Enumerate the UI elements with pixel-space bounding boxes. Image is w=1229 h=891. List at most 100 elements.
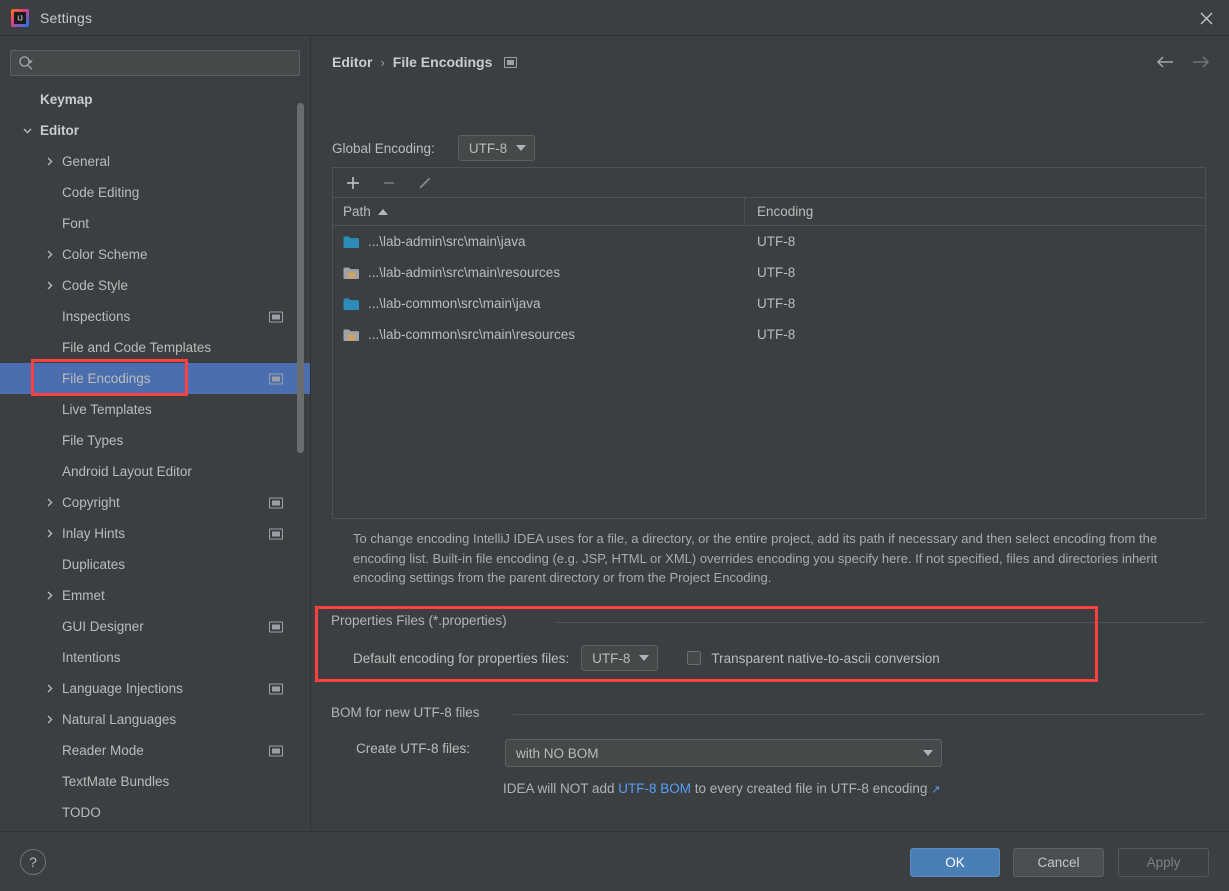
settings-sidebar: Keymap Editor General Code Editing Font Color… xyxy=(0,36,311,831)
sidebar-item-label: Keymap xyxy=(40,92,93,107)
encodings-table-toolbar xyxy=(333,168,1205,198)
chevron-right-icon[interactable] xyxy=(42,155,56,169)
remove-path-button[interactable] xyxy=(379,173,399,193)
apply-button[interactable]: Apply xyxy=(1118,848,1209,877)
global-encoding-row: Global Encoding: UTF-8 xyxy=(332,135,536,161)
chevron-right-icon[interactable] xyxy=(42,248,56,262)
sidebar-item-android-layout-editor[interactable]: Android Layout Editor xyxy=(0,456,310,487)
chevron-right-icon[interactable] xyxy=(42,496,56,510)
sidebar-item-label: Editor xyxy=(40,123,79,138)
create-utf8-files-label: Create UTF-8 files: xyxy=(356,741,471,756)
sidebar-item-keymap[interactable]: Keymap xyxy=(0,84,310,115)
sidebar-item-editor[interactable]: Editor xyxy=(0,115,310,146)
arrow-right-icon[interactable] xyxy=(1189,50,1213,74)
resource-folder-icon xyxy=(343,266,360,280)
sidebar-item-live-templates[interactable]: Live Templates xyxy=(0,394,310,425)
global-encoding-label: Global Encoding: xyxy=(332,140,435,156)
sidebar-item-label: GUI Designer xyxy=(62,619,144,634)
sidebar-item-textmate-bundles[interactable]: TextMate Bundles xyxy=(0,766,310,797)
resource-folder-icon xyxy=(343,328,360,342)
sidebar-item-gui-designer[interactable]: GUI Designer xyxy=(0,611,310,642)
table-row[interactable]: ...\lab-common\src\main\resources UTF-8 xyxy=(333,319,1205,350)
sidebar-item-file-and-code-templates[interactable]: File and Code Templates xyxy=(0,332,310,363)
sidebar-item-label: TextMate Bundles xyxy=(62,774,170,789)
navigation-arrows xyxy=(1153,50,1213,74)
bom-hint-before: IDEA will NOT add xyxy=(503,781,619,796)
encodings-table-panel: Path Encoding ...\lab-admin\src\main\jav… xyxy=(332,167,1206,519)
sidebar-item-file-encodings[interactable]: File Encodings xyxy=(0,363,310,394)
table-cell-encoding[interactable]: UTF-8 xyxy=(745,296,795,311)
search-box[interactable] xyxy=(10,50,300,76)
add-path-button[interactable] xyxy=(343,173,363,193)
sidebar-item-label: Duplicates xyxy=(62,557,126,572)
transparent-native-to-ascii-checkbox[interactable] xyxy=(687,651,702,665)
close-icon[interactable] xyxy=(1183,0,1229,36)
sidebar-item-code-style[interactable]: Code Style xyxy=(0,270,310,301)
sidebar-item-label: Font xyxy=(62,216,90,231)
table-cell-path: ...\lab-admin\src\main\java xyxy=(333,234,745,249)
module-scope-icon xyxy=(269,683,283,694)
chevron-right-icon[interactable] xyxy=(42,279,56,293)
sidebar-item-font[interactable]: Font xyxy=(0,208,310,239)
sidebar-item-label: Live Templates xyxy=(62,402,152,417)
table-cell-encoding[interactable]: UTF-8 xyxy=(745,327,795,342)
table-cell-path: ...\lab-common\src\main\java xyxy=(333,296,745,311)
sidebar-item-emmet[interactable]: Emmet xyxy=(0,580,310,611)
chevron-right-icon[interactable] xyxy=(42,713,56,727)
sidebar-item-intentions[interactable]: Intentions xyxy=(0,642,310,673)
module-scope-icon xyxy=(269,528,283,539)
sidebar-item-inlay-hints[interactable]: Inlay Hints xyxy=(0,518,310,549)
sidebar-item-code-editing[interactable]: Code Editing xyxy=(0,177,310,208)
title-bar: IJ Settings xyxy=(0,0,1229,36)
table-cell-path: ...\lab-admin\src\main\resources xyxy=(333,265,745,280)
sidebar-item-label: File Encodings xyxy=(62,371,151,386)
properties-encoding-dropdown[interactable]: UTF-8 xyxy=(581,645,659,671)
edit-path-button[interactable] xyxy=(415,173,435,193)
sidebar-item-reader-mode[interactable]: Reader Mode xyxy=(0,735,310,766)
module-scope-icon xyxy=(504,56,518,68)
sidebar-item-todo[interactable]: TODO xyxy=(0,797,310,828)
chevron-down-icon xyxy=(639,655,650,661)
sidebar-item-label: Code Editing xyxy=(62,185,140,200)
sidebar-item-color-scheme[interactable]: Color Scheme xyxy=(0,239,310,270)
sidebar-scrollbar-thumb[interactable] xyxy=(297,103,304,453)
chevron-down-icon xyxy=(516,145,527,151)
arrow-left-icon[interactable] xyxy=(1153,50,1177,74)
table-cell-path-text: ...\lab-admin\src\main\resources xyxy=(368,265,561,280)
search-input[interactable] xyxy=(34,51,299,75)
chevron-right-icon[interactable] xyxy=(42,527,56,541)
chevron-right-icon[interactable] xyxy=(42,589,56,603)
cancel-button[interactable]: Cancel xyxy=(1013,848,1104,877)
utf8-bom-link[interactable]: UTF-8 BOM xyxy=(618,781,691,796)
sidebar-item-inspections[interactable]: Inspections xyxy=(0,301,310,332)
table-row[interactable]: ...\lab-common\src\main\java UTF-8 xyxy=(333,288,1205,319)
sidebar-item-label: File Types xyxy=(62,433,124,448)
sidebar-item-duplicates[interactable]: Duplicates xyxy=(0,549,310,580)
sidebar-item-label: Inlay Hints xyxy=(62,526,126,541)
window-title: Settings xyxy=(40,9,93,26)
encodings-table-body: ...\lab-admin\src\main\java UTF-8 ...\lab-… xyxy=(333,226,1205,350)
table-cell-encoding[interactable]: UTF-8 xyxy=(745,234,795,249)
sidebar-item-label: Code Style xyxy=(62,278,129,293)
table-row[interactable]: ...\lab-admin\src\main\resources UTF-8 xyxy=(333,257,1205,288)
breadcrumb-parent[interactable]: Editor xyxy=(332,54,372,70)
column-header-path[interactable]: Path xyxy=(333,198,745,225)
table-cell-path-text: ...\lab-common\src\main\resources xyxy=(368,327,576,342)
svg-text:IJ: IJ xyxy=(17,15,22,22)
column-header-encoding[interactable]: Encoding xyxy=(745,204,813,219)
sidebar-item-language-injections[interactable]: Language Injections xyxy=(0,673,310,704)
create-utf8-files-dropdown[interactable]: with NO BOM xyxy=(505,739,942,767)
sidebar-item-label: Intentions xyxy=(62,650,121,665)
sidebar-item-general[interactable]: General xyxy=(0,146,310,177)
chevron-right-icon[interactable] xyxy=(42,682,56,696)
sidebar-item-natural-languages[interactable]: Natural Languages xyxy=(0,704,310,735)
ok-button[interactable]: OK xyxy=(910,848,1000,877)
help-button[interactable]: ? xyxy=(20,849,46,875)
sidebar-item-file-types[interactable]: File Types xyxy=(0,425,310,456)
global-encoding-dropdown[interactable]: UTF-8 xyxy=(457,135,536,161)
sidebar-item-copyright[interactable]: Copyright xyxy=(0,487,310,518)
chevron-down-icon[interactable] xyxy=(20,124,34,138)
table-cell-encoding[interactable]: UTF-8 xyxy=(745,265,795,280)
table-row[interactable]: ...\lab-admin\src\main\java UTF-8 xyxy=(333,226,1205,257)
properties-default-encoding-label: Default encoding for properties files: xyxy=(353,650,570,666)
